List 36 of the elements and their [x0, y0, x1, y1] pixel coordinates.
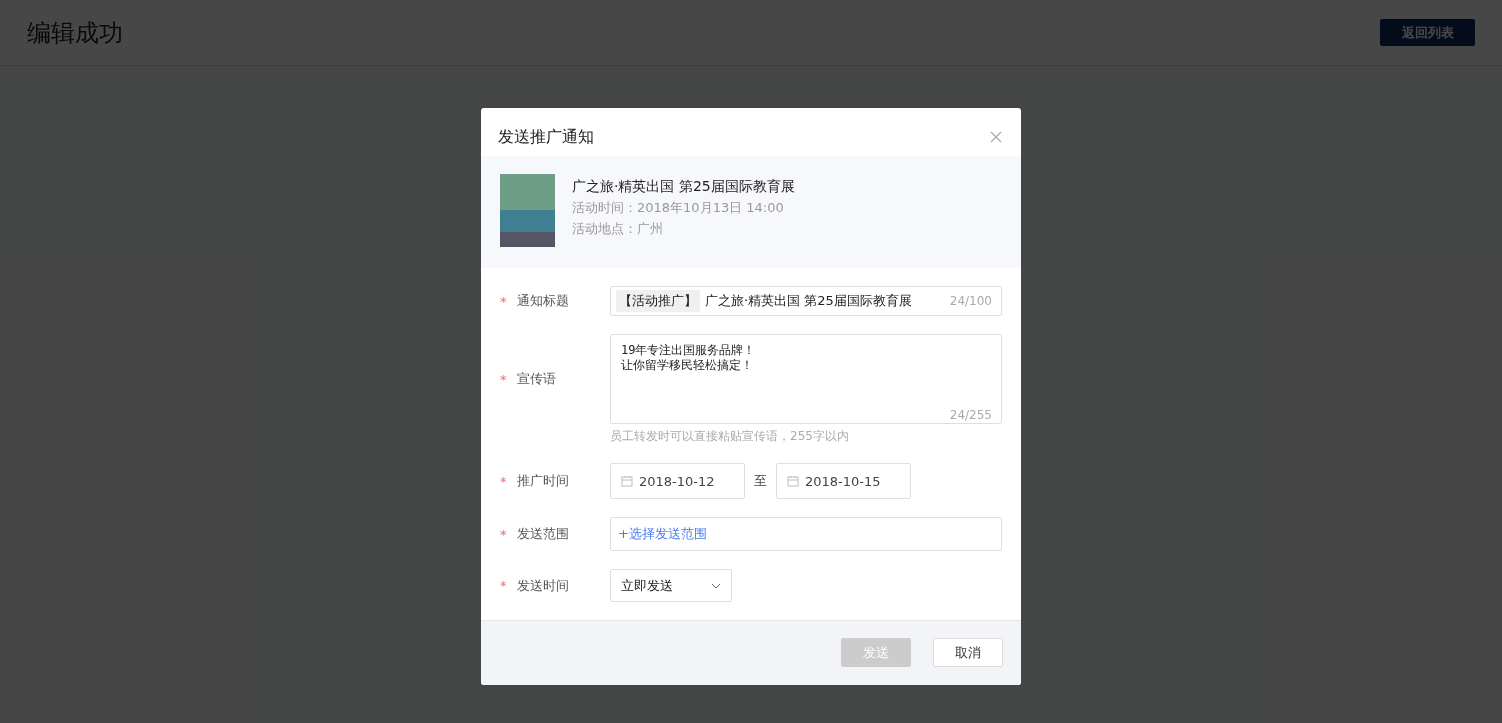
char-count: 24/255: [949, 408, 992, 422]
field-label: 推广时间: [516, 472, 569, 490]
required-mark: *: [500, 293, 507, 309]
event-name: 广之旅·精英出国 第25届国际教育展: [572, 178, 795, 196]
date-value: 2018-10-15: [805, 473, 881, 489]
hint-text: 员工转发时可以直接粘贴宣传语，255字以内: [610, 428, 850, 445]
page-title: 编辑成功: [27, 17, 123, 49]
field-label: 通知标题: [516, 292, 569, 310]
calendar-icon: [621, 475, 633, 487]
required-mark: *: [500, 578, 507, 593]
start-date-field[interactable]: 2018-10-12: [610, 463, 745, 499]
chevron-down-icon: [711, 582, 721, 589]
event-place: 活动地点：广州: [572, 220, 664, 238]
char-count: 24/100: [949, 294, 992, 308]
calendar-icon: [787, 475, 799, 487]
required-mark: *: [500, 371, 507, 387]
field-label: 发送时间: [516, 576, 569, 595]
select-scope-link[interactable]: +选择发送范围: [618, 525, 707, 543]
field-label: 发送范围: [516, 525, 569, 543]
slogan-line: 19年专注出国服务品牌！: [621, 343, 757, 358]
tag-label: 【活动推广】: [616, 290, 700, 312]
end-date-field[interactable]: 2018-10-15: [776, 463, 911, 499]
close-icon[interactable]: [989, 130, 1003, 144]
title-value: 广之旅·精英出国 第25届国际教育展: [705, 292, 913, 310]
dialog-title: 发送推广通知: [498, 126, 594, 148]
slogan-textarea-field[interactable]: 19年专注出国服务品牌！ 让你留学移民轻松搞定！ 24/255: [610, 334, 1002, 424]
slogan-line: 让你留学移民轻松搞定！: [621, 358, 754, 373]
field-label: 宣传语: [516, 370, 556, 388]
required-mark: *: [500, 526, 507, 542]
cancel-button[interactable]: 取消: [933, 638, 1003, 667]
date-value: 2018-10-12: [639, 473, 715, 489]
event-time: 活动时间：2018年10月13日 14:00: [572, 199, 785, 217]
range-separator: 至: [754, 472, 767, 490]
title-input-field[interactable]: 【活动推广】 广之旅·精英出国 第25届国际教育展 24/100: [610, 286, 1002, 316]
required-mark: *: [500, 473, 507, 489]
send-time-select[interactable]: 立即发送: [610, 569, 732, 602]
